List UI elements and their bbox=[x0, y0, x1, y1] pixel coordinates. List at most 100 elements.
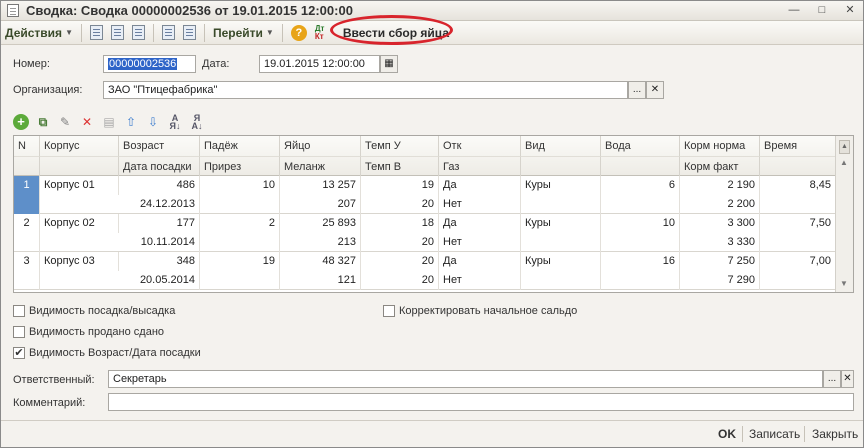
column-subheader[interactable]: Темп В bbox=[361, 156, 439, 176]
visibility-sold-box[interactable] bbox=[13, 326, 25, 338]
table-cell[interactable]: 7 250 bbox=[680, 252, 760, 271]
table-cell[interactable]: 3 300 bbox=[680, 214, 760, 233]
goto-menu[interactable]: Перейти ▼ bbox=[209, 23, 278, 43]
ledger-button[interactable]: Дт Кт bbox=[311, 23, 335, 43]
sort-descending-icon[interactable]: Я А↓ bbox=[189, 114, 205, 131]
visibility-age-box[interactable]: ✔ bbox=[13, 347, 25, 359]
visibility-age-checkbox[interactable]: ✔ Видимость Возраст/Дата посадки bbox=[13, 347, 201, 359]
table-cell[interactable]: 121 bbox=[280, 271, 361, 290]
minimize-button[interactable]: — bbox=[787, 3, 801, 17]
enter-egg-collection-button[interactable]: Ввести сбор яйца bbox=[339, 23, 453, 43]
column-header[interactable]: N bbox=[14, 136, 40, 156]
table-cell[interactable]: Нет bbox=[439, 271, 521, 290]
column-header[interactable]: Время bbox=[760, 136, 836, 156]
table-cell[interactable]: Да bbox=[439, 252, 521, 271]
table-cell[interactable] bbox=[200, 233, 280, 252]
row-number-cell[interactable]: 3 bbox=[14, 252, 40, 290]
table-cell[interactable]: Нет bbox=[439, 233, 521, 252]
table-cell[interactable] bbox=[200, 195, 280, 214]
table-cell[interactable]: 177 bbox=[119, 214, 200, 233]
column-subheader[interactable] bbox=[601, 156, 680, 176]
table-cell[interactable] bbox=[760, 271, 836, 290]
table-cell[interactable]: 348 bbox=[119, 252, 200, 271]
table-row[interactable]: 3 Корпус 03 348 20.05.2014 19 48 327 121 20 20 Да… bbox=[14, 252, 836, 290]
column-subheader[interactable]: Корм факт bbox=[680, 156, 760, 176]
row-number-cell[interactable]: 2 bbox=[14, 214, 40, 252]
column-header[interactable]: Яйцо bbox=[280, 136, 361, 156]
table-cell[interactable] bbox=[760, 195, 836, 214]
move-down-icon[interactable]: ⇩ bbox=[145, 114, 161, 130]
table-cell[interactable]: 13 257 bbox=[280, 176, 361, 195]
column-header[interactable]: Возраст bbox=[119, 136, 200, 156]
edit-row-icon[interactable]: ✎ bbox=[57, 114, 73, 130]
correct-balance-box[interactable] bbox=[383, 305, 395, 317]
copy-row-icon[interactable]: ⧉ bbox=[35, 114, 51, 130]
table-cell[interactable] bbox=[601, 271, 680, 290]
column-header[interactable]: Вид bbox=[521, 136, 601, 156]
visibility-sold-checkbox[interactable]: Видимость продано сдано bbox=[13, 326, 164, 338]
column-subheader[interactable]: Газ bbox=[439, 156, 521, 176]
table-row[interactable]: 1 Корпус 01 486 24.12.2013 10 13 257 207 19 20 Да… bbox=[14, 176, 836, 214]
korpus-cell[interactable]: Корпус 01 bbox=[40, 176, 119, 195]
table-cell[interactable] bbox=[521, 195, 601, 214]
korpus-cell[interactable]: Корпус 03 bbox=[40, 252, 119, 271]
column-subheader[interactable] bbox=[521, 156, 601, 176]
responsible-input[interactable]: Секретарь bbox=[108, 370, 823, 388]
visibility-landing-box[interactable] bbox=[13, 305, 25, 317]
table-cell[interactable]: 19 bbox=[200, 252, 280, 271]
scroll-to-top-icon[interactable]: ▲ bbox=[839, 140, 850, 154]
table-cell[interactable]: 7,50 bbox=[760, 214, 836, 233]
column-subheader[interactable]: Дата посадки bbox=[119, 156, 200, 176]
organization-clear-button[interactable]: ✕ bbox=[646, 81, 664, 99]
table-cell[interactable]: Да bbox=[439, 214, 521, 233]
column-subheader[interactable] bbox=[14, 156, 40, 176]
table-cell[interactable]: 486 bbox=[119, 176, 200, 195]
ok-button[interactable]: OK bbox=[718, 427, 736, 441]
table-cell[interactable]: 20 bbox=[361, 252, 439, 271]
table-cell[interactable]: 20 bbox=[361, 271, 439, 290]
table-cell[interactable]: 20 bbox=[361, 233, 439, 252]
table-cell[interactable] bbox=[521, 233, 601, 252]
move-up-icon[interactable]: ⇧ bbox=[123, 114, 139, 130]
close-window-button[interactable]: ✕ bbox=[843, 3, 857, 17]
table-cell[interactable]: 3 330 bbox=[680, 233, 760, 252]
table-cell[interactable]: 2 190 bbox=[680, 176, 760, 195]
table-cell[interactable]: 6 bbox=[601, 176, 680, 195]
comment-input[interactable] bbox=[108, 393, 854, 411]
table-cell[interactable]: 20.05.2014 bbox=[119, 271, 200, 290]
date-input[interactable]: 19.01.2015 12:00:00 bbox=[259, 55, 380, 73]
column-header[interactable]: Корпус bbox=[40, 136, 119, 156]
column-subheader[interactable]: Меланж bbox=[280, 156, 361, 176]
row-number-cell[interactable]: 1 bbox=[14, 176, 40, 214]
table-cell[interactable] bbox=[521, 271, 601, 290]
table-cell[interactable]: Куры bbox=[521, 176, 601, 195]
save-button[interactable]: Записать bbox=[749, 427, 800, 441]
table-cell[interactable] bbox=[601, 195, 680, 214]
table-cell[interactable] bbox=[760, 233, 836, 252]
table-cell[interactable]: Нет bbox=[439, 195, 521, 214]
table-cell[interactable]: 19 bbox=[361, 176, 439, 195]
table-cell[interactable]: 207 bbox=[280, 195, 361, 214]
column-header[interactable]: Падёж bbox=[200, 136, 280, 156]
column-header[interactable]: Темп У bbox=[361, 136, 439, 156]
add-row-icon[interactable]: + bbox=[13, 114, 29, 130]
table-cell[interactable]: 20 bbox=[361, 195, 439, 214]
table-cell[interactable]: 25 893 bbox=[280, 214, 361, 233]
post-button[interactable] bbox=[158, 23, 179, 43]
close-button[interactable]: Закрыть bbox=[812, 427, 858, 441]
table-cell[interactable]: 48 327 bbox=[280, 252, 361, 271]
table-cell[interactable]: 10 bbox=[601, 214, 680, 233]
scroll-up-icon[interactable]: ▲ bbox=[840, 158, 848, 167]
table-cell[interactable] bbox=[200, 271, 280, 290]
table-cell[interactable]: 24.12.2013 bbox=[119, 195, 200, 214]
organization-input[interactable]: ЗАО "Птицефабрика" bbox=[103, 81, 628, 99]
unpost-button[interactable] bbox=[179, 23, 200, 43]
responsible-clear-button[interactable]: ✕ bbox=[841, 370, 854, 388]
table-cell[interactable]: 2 bbox=[200, 214, 280, 233]
table-cell[interactable]: 2 200 bbox=[680, 195, 760, 214]
number-input[interactable]: 00000002536 bbox=[103, 55, 196, 73]
organization-select-button[interactable]: ... bbox=[628, 81, 646, 99]
table-cell[interactable]: 10 bbox=[200, 176, 280, 195]
help-button[interactable]: ? bbox=[287, 23, 311, 43]
scroll-down-icon[interactable]: ▼ bbox=[840, 279, 848, 288]
